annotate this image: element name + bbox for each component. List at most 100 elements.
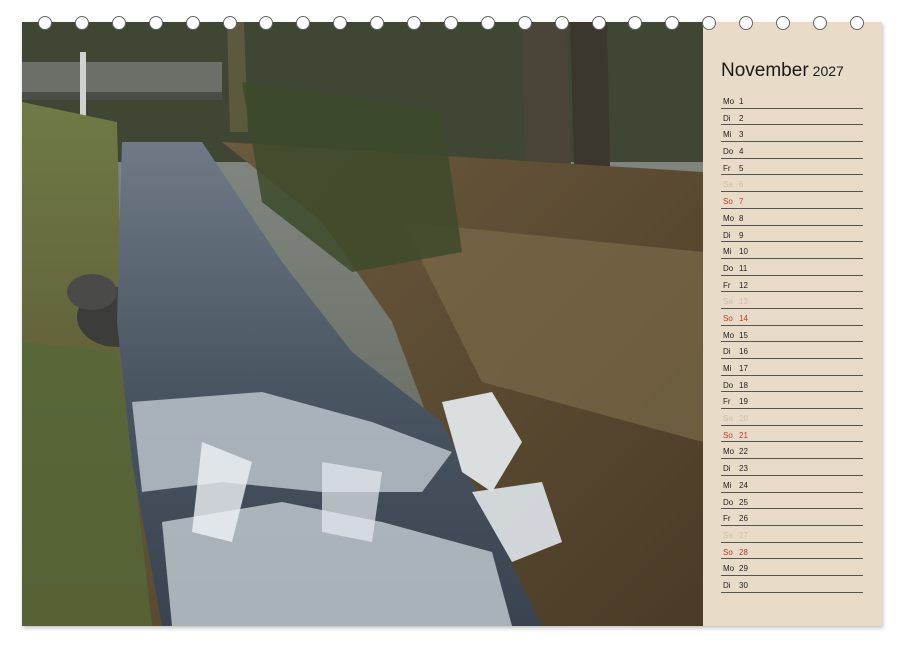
binding-rings: [14, 16, 874, 36]
day-row: Sa 20: [721, 409, 863, 426]
day-number: 23: [739, 464, 748, 474]
binding-ring: [38, 16, 52, 30]
binding-ring: [407, 16, 421, 30]
creek-photo: [22, 22, 703, 626]
day-row: Do 11: [721, 259, 863, 276]
day-number: 3: [739, 130, 744, 140]
day-row: Fr 26: [721, 509, 863, 526]
day-weekday: Mi: [723, 247, 732, 257]
day-row: Do 25: [721, 493, 863, 510]
day-number: 26: [739, 514, 748, 524]
day-row: Sa 27: [721, 526, 863, 543]
day-number: 19: [739, 397, 748, 407]
day-weekday: Mi: [723, 130, 732, 140]
day-weekday: So: [723, 547, 733, 557]
day-row: Mo 22: [721, 442, 863, 460]
binding-ring: [739, 16, 754, 30]
day-number: 17: [739, 364, 748, 373]
day-weekday: Mo: [723, 97, 735, 106]
binding-ring: [628, 16, 643, 30]
day-weekday: Fr: [723, 514, 731, 524]
day-row: Mi 17: [721, 359, 863, 376]
month-year: 2027: [812, 63, 844, 79]
day-number: 22: [739, 447, 748, 457]
day-weekday: Di: [723, 347, 731, 357]
day-number: 16: [739, 347, 748, 357]
day-weekday: Do: [723, 497, 734, 507]
day-row: Di 23: [721, 459, 863, 476]
day-weekday: Mo: [723, 213, 735, 223]
day-number: 13: [739, 297, 748, 307]
day-weekday: So: [723, 313, 733, 323]
day-number: 25: [739, 497, 748, 507]
day-number: 8: [739, 213, 744, 223]
day-weekday: Fr: [723, 280, 731, 290]
day-weekday: Sa: [723, 414, 733, 424]
calendar-sidebar: November 2027 Mo 1 Di 2 Mi 3 Do 4 Fr 5 Sa 6 So 7 Mo 8 Di 9…: [703, 22, 882, 626]
day-weekday: So: [723, 430, 733, 440]
day-row: Mo 29: [721, 559, 863, 576]
day-weekday: Do: [723, 147, 734, 157]
day-row: Fr 19: [721, 392, 863, 410]
day-row: So 14: [721, 309, 863, 326]
day-weekday: Mo: [723, 564, 735, 574]
day-weekday: Do: [723, 380, 734, 390]
binding-ring: [849, 16, 864, 30]
day-weekday: Di: [723, 580, 731, 590]
day-row: Do 4: [721, 142, 863, 159]
day-number: 6: [739, 180, 744, 190]
binding-ring: [443, 16, 458, 30]
day-number: 18: [739, 380, 748, 390]
day-number: 21: [739, 430, 748, 440]
day-weekday: Mo: [723, 330, 735, 340]
month-name: November: [721, 60, 809, 81]
day-row: So 28: [721, 543, 863, 560]
day-row: Mo 8: [721, 209, 863, 226]
day-number: 24: [739, 480, 748, 490]
binding-ring: [776, 16, 790, 30]
day-number: 5: [739, 163, 744, 173]
day-number: 12: [739, 280, 748, 290]
day-weekday: Di: [723, 113, 731, 123]
day-number: 1: [739, 97, 744, 106]
binding-ring: [185, 16, 200, 30]
day-number: 28: [739, 547, 748, 557]
day-weekday: Di: [723, 464, 731, 474]
day-list: Mo 1 Di 2 Mi 3 Do 4 Fr 5 Sa 6 So 7 Mo 8 Di 9 Mi 10 Do 11 Fr 12 S…: [721, 92, 863, 593]
day-row: Sa 6: [721, 175, 863, 193]
day-number: 20: [739, 414, 748, 424]
binding-ring: [812, 16, 827, 30]
binding-ring: [591, 16, 606, 30]
day-row: Do 18: [721, 376, 863, 393]
day-weekday: So: [723, 197, 733, 207]
day-row: Fr 12: [721, 276, 863, 293]
day-weekday: Mi: [723, 364, 732, 373]
day-weekday: Fr: [723, 397, 731, 407]
day-weekday: Di: [723, 230, 731, 240]
binding-ring: [665, 16, 680, 30]
day-number: 9: [739, 230, 744, 240]
day-number: 30: [739, 580, 748, 590]
day-row: Mo 1: [721, 92, 863, 109]
day-number: 11: [739, 263, 748, 273]
day-number: 7: [739, 197, 744, 207]
day-number: 29: [739, 564, 748, 574]
day-number: 2: [739, 113, 744, 123]
day-row: Di 2: [721, 109, 863, 126]
binding-ring: [517, 16, 532, 30]
binding-ring: [370, 16, 385, 30]
binding-ring: [333, 16, 348, 30]
day-row: Di 30: [721, 576, 863, 593]
day-row: Mi 10: [721, 242, 863, 259]
binding-ring: [148, 16, 163, 30]
binding-ring: [259, 16, 274, 30]
day-weekday: Sa: [723, 180, 733, 190]
day-number: 10: [739, 247, 748, 257]
day-number: 14: [739, 313, 748, 323]
day-weekday: Mi: [723, 480, 732, 490]
day-row: Mo 15: [721, 326, 863, 343]
day-row: Fr 5: [721, 159, 863, 176]
binding-ring: [74, 16, 89, 30]
binding-ring: [222, 16, 237, 30]
day-weekday: Do: [723, 263, 734, 273]
